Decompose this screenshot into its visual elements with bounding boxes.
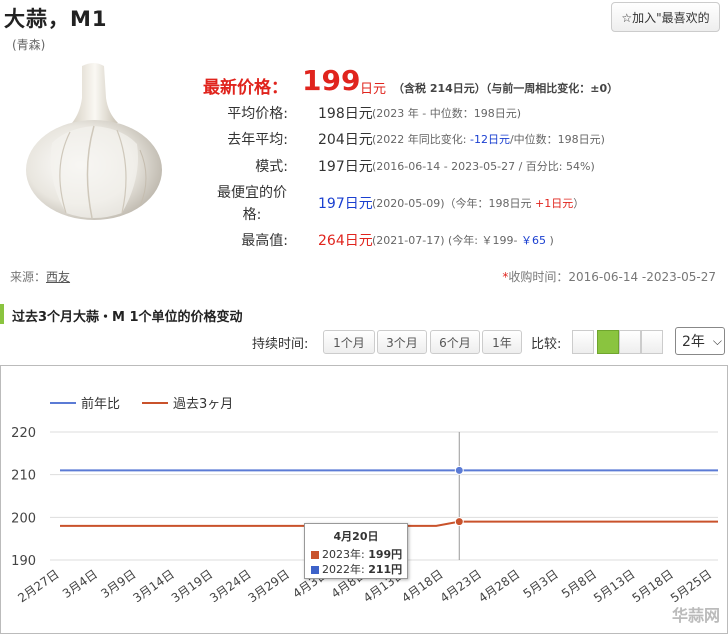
cheapest-price-value: 197日元 [318,196,373,212]
tooltip-date: 4月20日 [333,530,379,543]
highest-price-label: 最高值: [241,233,288,249]
duration-label: 持续时间: [252,337,309,352]
latest-price-note: （含税 214日元）（与前一周相比变化：±0） [393,82,619,95]
compare-option-1[interactable] [572,330,594,354]
hover-point [454,517,464,527]
price-chart: 1902002102202月27日3月4日3月9日3月14日3月19日3月24日… [11,396,718,605]
source-info: 来源：西友 [10,268,70,285]
avg-price-note: (2023 年 - 中位数：198日元) [372,107,522,120]
legend-label: 過去3ヶ月 [173,397,233,412]
chevron-down-icon: ⌵ [712,333,723,348]
cheapest-price-note: (2020-05-09)（今年：198日元 +1日元） [372,197,585,210]
garlic-image [26,63,162,220]
mode-label: 模式: [255,159,288,175]
tooltip-row-2022: 2022年: 211円 [311,562,402,577]
x-tick-label: 5月3日 [521,567,561,601]
highest-price-note: (2021-07-17) (今年: ￥199- ￥65 ) [372,234,554,247]
duration-1-month-button[interactable]: 1个月 [323,330,375,354]
cheapest-price-label: 最便宜的价格: [217,185,287,223]
y-tick-label: 190 [11,554,36,569]
avg-price-value: 198日元 [318,106,373,122]
latest-price-label: 最新价格： [203,78,288,98]
acquisition-period: *收购时间：2016-06-14 -2023-05-27 [502,270,716,284]
x-tick-label: 3月19日 [169,567,215,605]
compare-label: 比较: [531,337,562,352]
page-title: 大蒜，M1 [4,7,108,31]
y-tick-label: 200 [11,511,36,526]
x-tick-label: 5月13日 [591,567,637,605]
year-select-value: 2年 [682,334,705,350]
x-tick-label: 5月18日 [630,567,676,605]
compare-option-3[interactable] [619,330,641,354]
chart-tooltip: 4月20日 2023年: 199円 2022年: 211円 [304,523,408,579]
region-subtitle: (青森) [12,38,46,52]
duration-6-month-button[interactable]: 6个月 [430,330,480,354]
duration-1-year-button[interactable]: 1年 [482,330,522,354]
last-year-avg-value: 204日元 [318,132,373,148]
x-tick-label: 2月27日 [15,567,61,605]
x-tick-label: 3月24日 [207,567,253,605]
x-tick-label: 5月25日 [668,567,714,605]
last-year-avg-note: (2022 年同比变化: -12日元/中位数：198日元) [372,133,605,146]
duration-3-month-button[interactable]: 3个月 [377,330,427,354]
x-tick-label: 3月4日 [60,567,100,601]
x-tick-label: 3月29日 [246,567,292,605]
x-tick-label: 4月28日 [476,567,522,605]
avg-price-label: 平均价格: [227,106,288,122]
highest-price-value: 264日元 [318,233,373,249]
source-label: 来源： [10,270,47,284]
year-select[interactable]: 2年 ⌵ [675,327,725,355]
source-link[interactable]: 西友 [46,270,70,284]
legend-label: 前年比 [81,396,120,412]
compare-option-2[interactable] [597,330,619,354]
watermark: 华蒜网 [671,606,720,625]
last-year-avg-label: 去年平均: [227,132,288,148]
mode-value: 197日元 [318,159,373,175]
section-title: 过去3个月大蒜・M 1个单位的价格变动 [12,310,243,325]
x-tick-label: 4月23日 [438,567,484,605]
mode-note: (2016-06-14 - 2023-05-27 / 百分比: 54%) [372,160,595,173]
y-tick-label: 220 [11,426,36,441]
hover-point [454,465,464,475]
tooltip-row-2023: 2023年: 199円 [311,547,402,562]
latest-price-unit: 日元 [360,82,387,97]
add-favorite-button[interactable]: ☆加入"最喜欢的 [611,2,720,32]
x-tick-label: 3月14日 [130,567,176,605]
compare-option-4[interactable] [641,330,663,354]
latest-price-value: 199 [302,64,361,97]
y-tick-label: 210 [11,469,36,484]
